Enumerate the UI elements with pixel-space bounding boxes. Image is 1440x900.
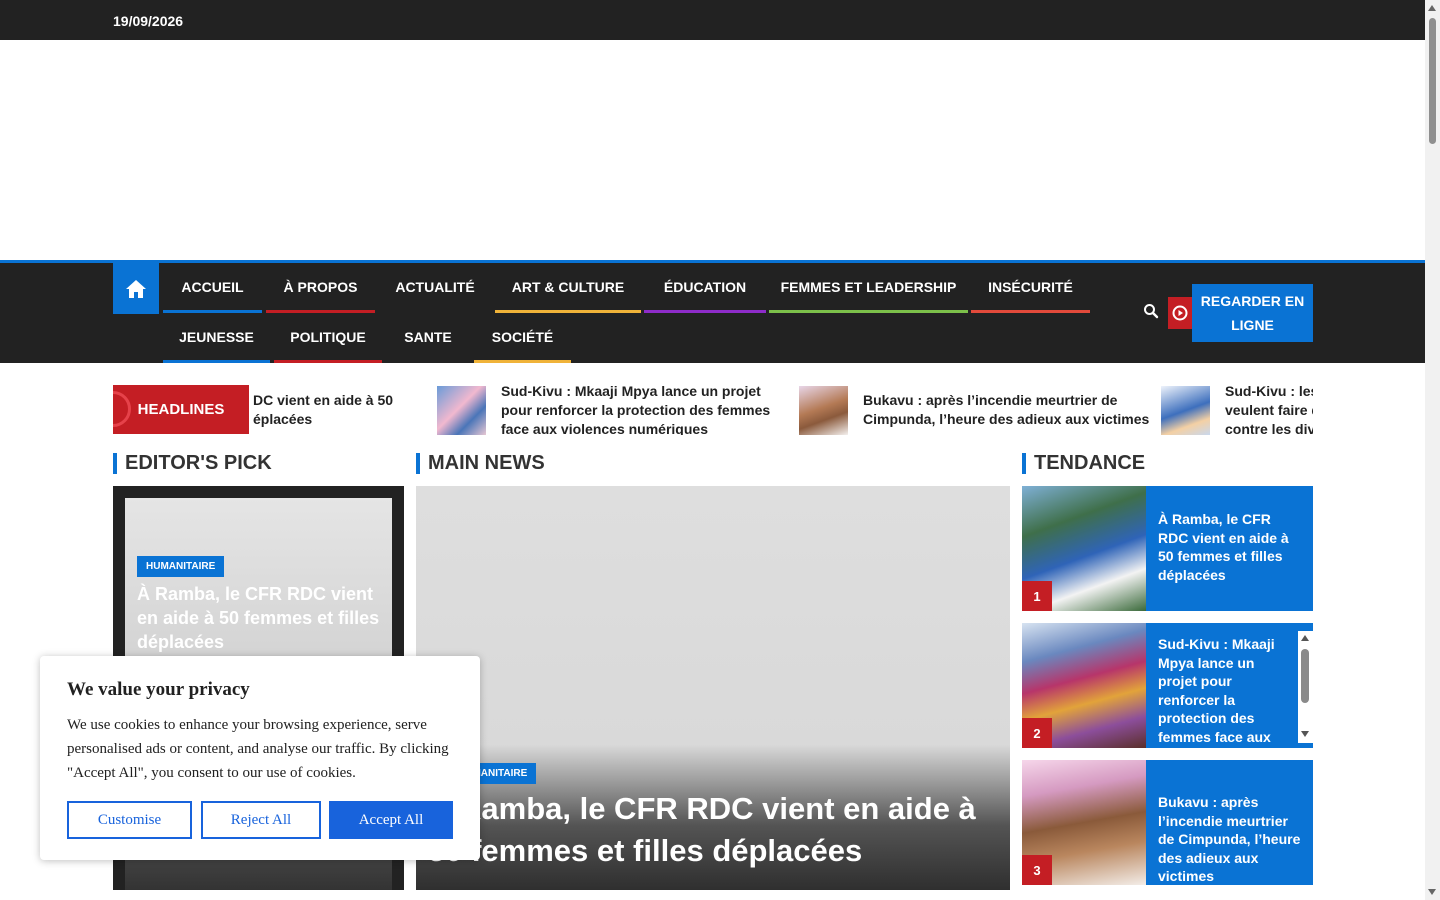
article-title[interactable]: À Ramba, le CFR RDC vient en aide à 50 f… — [137, 582, 387, 654]
nav-item-sante[interactable]: SANTE — [386, 313, 470, 363]
ticker-item[interactable]: Sud-Kivu : Mkaaji Mpya lance un projet p… — [437, 385, 771, 435]
home-button[interactable] — [113, 263, 159, 314]
scroll-up-arrow-icon[interactable] — [1301, 635, 1309, 641]
top-bar: 19/09/2026 — [0, 0, 1425, 40]
nav-item-femmes-leadership[interactable]: FEMMES ET LEADERSHIP — [769, 263, 968, 313]
ticker-thumbnail — [799, 385, 848, 435]
nav-item-politique[interactable]: POLITIQUE — [274, 313, 382, 363]
nav-item-education[interactable]: ÉDUCATION — [644, 263, 766, 313]
main-navigation: ACCUEIL À PROPOS ACTUALITÉ ART & CULTURE… — [0, 260, 1425, 363]
ticker-item-title: DC vient en aide à 50 éplacées — [253, 392, 394, 427]
home-icon — [126, 279, 146, 298]
nav-item-jeunesse[interactable]: JEUNESSE — [163, 313, 270, 363]
scroll-down-arrow-icon[interactable] — [1301, 731, 1309, 737]
category-badge[interactable]: HUMANITAIRE — [137, 556, 225, 577]
ticker-item[interactable]: DC vient en aide à 50 éplacées — [253, 385, 413, 435]
ticker-item[interactable]: Sud-Kivu : les veulent faire d contre le… — [1161, 385, 1313, 435]
nav-item-societe[interactable]: SOCIÉTÉ — [474, 313, 571, 363]
trending-title: À Ramba, le CFR RDC vient en aide à 50 f… — [1158, 511, 1289, 583]
trending-item[interactable]: 3 Bukavu : après l’incendie meurtrier de… — [1022, 760, 1313, 885]
headlines-label: HEADLINES — [113, 385, 249, 434]
section-title-main-news: MAIN NEWS — [416, 453, 545, 474]
page-scrollbar[interactable] — [1425, 0, 1440, 900]
trending-rank: 1 — [1022, 581, 1052, 611]
current-date: 19/09/2026 — [113, 13, 184, 29]
trending-item[interactable]: 1 À Ramba, le CFR RDC vient en aide à 50… — [1022, 486, 1313, 611]
ticker-item-title: Sud-Kivu : les veulent faire d contre le… — [1225, 385, 1313, 435]
nav-item-accueil[interactable]: ACCUEIL — [163, 263, 262, 313]
ticker-thumbnail — [437, 385, 486, 435]
trending-title: Sud-Kivu : Mkaaji Mpya lance un projet p… — [1158, 636, 1275, 743]
ticker-item[interactable]: Bukavu : après l’incendie meurtrier de C… — [799, 385, 1153, 435]
trending-rank: 2 — [1022, 718, 1052, 748]
live-icon-box[interactable] — [1168, 297, 1192, 329]
watch-live-button[interactable]: REGARDER EN LIGNE — [1192, 284, 1313, 342]
ticker-thumbnail — [1161, 385, 1210, 435]
swirl-decoration-icon — [113, 391, 131, 427]
accept-all-button[interactable]: Accept All — [329, 801, 453, 839]
search-icon — [1144, 304, 1159, 319]
scroll-thumb[interactable] — [1429, 18, 1436, 144]
ticker-item-title: Bukavu : après l’incendie meurtrier de C… — [863, 392, 1150, 427]
trending-item[interactable]: 2 Sud-Kivu : Mkaaji Mpya lance un projet… — [1022, 623, 1313, 748]
reject-all-button[interactable]: Reject All — [201, 801, 321, 839]
nav-item-actualite[interactable]: ACTUALITÉ — [379, 263, 491, 313]
main-news-card[interactable]: HUMANITAIRE À Ramba, le CFR RDC vient en… — [416, 486, 1010, 890]
ticker-item-title: Sud-Kivu : Mkaaji Mpya lance un projet p… — [501, 385, 771, 435]
play-circle-icon — [1172, 305, 1188, 321]
nav-item-a-propos[interactable]: À PROPOS — [266, 263, 375, 313]
search-button[interactable] — [1143, 303, 1163, 323]
cookie-text: We use cookies to enhance your browsing … — [67, 717, 449, 781]
article-title[interactable]: À Ramba, le CFR RDC vient en aide à 50 f… — [428, 788, 1008, 872]
cookie-consent-dialog: We value your privacy We use cookies to … — [40, 656, 480, 860]
scroll-thumb[interactable] — [1301, 649, 1309, 703]
trending-scrollbar[interactable] — [1298, 631, 1313, 743]
nav-item-art-culture[interactable]: ART & CULTURE — [495, 263, 641, 313]
section-title-editors-pick: EDITOR'S PICK — [113, 453, 272, 474]
trending-rank: 3 — [1022, 855, 1052, 885]
trending-title: Bukavu : après l’incendie meurtrier de C… — [1158, 794, 1301, 884]
section-title-tendance: TENDANCE — [1022, 453, 1145, 474]
headlines-ticker: HEADLINES DC vient en aide à 50 éplacées… — [113, 385, 1313, 435]
scroll-up-arrow-icon[interactable] — [1428, 5, 1436, 11]
cookie-title: We value your privacy — [67, 679, 250, 700]
nav-item-insecurite[interactable]: INSÉCURITÉ — [971, 263, 1090, 313]
ad-banner-space — [0, 40, 1425, 260]
customise-button[interactable]: Customise — [67, 801, 192, 839]
scroll-down-arrow-icon[interactable] — [1428, 889, 1436, 895]
